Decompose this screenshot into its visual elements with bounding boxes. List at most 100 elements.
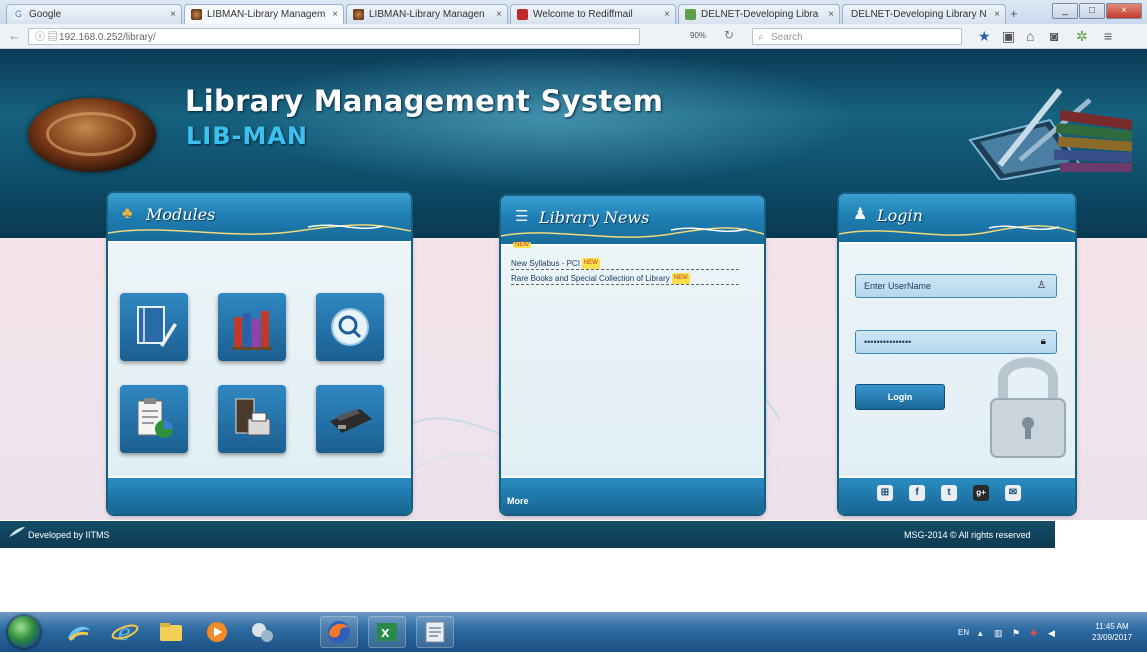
news-title: Library News: [539, 208, 650, 227]
news-item[interactable]: Rare Books and Special Collection of Lib…: [511, 273, 739, 285]
tab-label: Google: [29, 9, 62, 20]
address-bar[interactable]: ⓘ ▤ 192.168.0.252/library/: [28, 28, 640, 45]
lock-icon: 🔒︎: [1040, 336, 1046, 347]
module-scanner-button[interactable]: [316, 385, 384, 453]
start-button[interactable]: [8, 616, 40, 648]
contact-icon[interactable]: ✉: [1005, 485, 1021, 501]
page-subtitle: LIB-MAN: [186, 122, 309, 150]
taskbar-network-icon[interactable]: [244, 616, 282, 648]
taskbar-folder-icon[interactable]: [152, 616, 190, 648]
google-icon: G: [13, 9, 24, 20]
module-circulation-button[interactable]: [218, 385, 286, 453]
bookmark-star-icon[interactable]: ★: [978, 28, 991, 45]
module-notebook-button[interactable]: [120, 293, 188, 361]
delnet-icon: [685, 9, 696, 20]
user-icon: ♙: [1037, 280, 1046, 291]
addon-icon[interactable]: ✲: [1076, 28, 1088, 45]
tab-delnet-1[interactable]: DELNET-Developing Libra ×: [678, 4, 840, 24]
show-hidden-icons-icon[interactable]: ▴: [978, 628, 983, 639]
googleplus-icon[interactable]: g+: [973, 485, 989, 501]
tab-label: DELNET-Developing Libra: [701, 9, 819, 20]
taskbar-excel-icon[interactable]: X: [368, 616, 406, 648]
action-center-flag-icon[interactable]: ⚑: [1012, 628, 1020, 639]
news-more-link[interactable]: More: [507, 496, 529, 506]
login-button[interactable]: Login: [855, 384, 945, 410]
search-input[interactable]: ⌕ Search: [752, 28, 962, 45]
new-tab-button[interactable]: +: [1010, 6, 1018, 21]
module-books-button[interactable]: [218, 293, 286, 361]
libman-icon: [191, 9, 202, 20]
site-info-icon[interactable]: ⓘ ▤: [35, 29, 58, 46]
username-placeholder: Enter UserName: [864, 281, 932, 291]
username-field[interactable]: Enter UserName ♙: [855, 274, 1057, 298]
feather-icon: [9, 527, 25, 537]
search-icon: ⌕: [758, 32, 764, 43]
taskbar-media-icon[interactable]: [198, 616, 236, 648]
close-tab-icon[interactable]: ×: [994, 5, 1000, 24]
tab-label: Welcome to Rediffmail: [533, 9, 633, 20]
close-window-button[interactable]: ×: [1106, 3, 1142, 19]
modules-panel: ♣ Modules: [108, 193, 411, 514]
antivirus-tray-icon[interactable]: ✚: [1030, 628, 1038, 639]
rediffmail-icon: [517, 9, 528, 20]
logo-ring: [46, 112, 136, 156]
network-tray-icon[interactable]: ▥: [994, 628, 1003, 639]
close-tab-icon[interactable]: ×: [170, 5, 176, 24]
twitter-icon[interactable]: t: [941, 485, 957, 501]
maximize-button[interactable]: □: [1079, 3, 1105, 19]
close-tab-icon[interactable]: ×: [496, 5, 502, 24]
system-clock[interactable]: 11:45 AM 23/09/2017: [1092, 621, 1132, 643]
volume-tray-icon[interactable]: ◀: [1048, 628, 1055, 639]
tab-google[interactable]: G Google ×: [6, 4, 182, 24]
books-tablet-graphic: [968, 88, 1133, 180]
pocket-icon[interactable]: ◙: [1050, 28, 1058, 44]
reload-icon[interactable]: ↻: [724, 28, 734, 42]
tab-libman-2[interactable]: LIBMAN-Library Managen ×: [346, 4, 508, 24]
zoom-level[interactable]: 90%: [690, 31, 706, 40]
svg-text:e: e: [118, 621, 131, 646]
taskbar-firefox-icon[interactable]: [320, 616, 358, 648]
module-reports-button[interactable]: [120, 385, 188, 453]
news-item-text: Rare Books and Special Collection of Lib…: [511, 274, 670, 283]
taskbar-document-icon[interactable]: [416, 616, 454, 648]
password-field[interactable]: ••••••••••••••• 🔒︎: [855, 330, 1057, 354]
menu-icon[interactable]: ≡: [1104, 28, 1112, 44]
tab-delnet-2[interactable]: DELNET-Developing Library N ×: [842, 4, 1006, 24]
user-figure-icon: ♟: [853, 206, 868, 223]
news-panel: ☰ Library News NEW New Syllabus - PCI NEW…: [501, 196, 764, 514]
clipboard-chart-icon: [137, 398, 173, 438]
news-item[interactable]: New Syllabus - PCI NEW: [511, 258, 739, 270]
clock-time: 11:45 AM: [1095, 622, 1129, 631]
footer-copyright: MSG-2014 © All rights reserved: [904, 530, 1031, 540]
close-tab-icon[interactable]: ×: [332, 5, 338, 24]
facebook-icon[interactable]: f: [909, 485, 925, 501]
header-wave: [839, 225, 1075, 236]
taskbar-explorer-icon[interactable]: [60, 616, 98, 648]
home-icon[interactable]: ⌂: [1026, 28, 1034, 44]
header-wave: [501, 227, 764, 238]
modules-icon: ♣: [122, 205, 133, 222]
back-arrow-icon[interactable]: ←: [8, 28, 21, 43]
svg-text:X: X: [381, 627, 390, 640]
tab-rediffmail[interactable]: Welcome to Rediffmail ×: [510, 4, 676, 24]
language-indicator[interactable]: EN: [958, 628, 969, 637]
rss-icon[interactable]: ⊞: [877, 485, 893, 501]
bookmarks-menu-icon[interactable]: ▣: [1002, 28, 1015, 45]
page-title: Library Management System: [185, 84, 664, 118]
close-tab-icon[interactable]: ×: [828, 5, 834, 24]
new-badge: NEW: [671, 273, 690, 284]
login-panel: ♟ Login Enter UserName ♙ •••••••••••••••…: [839, 194, 1075, 514]
module-search-button[interactable]: [316, 293, 384, 361]
search-icon: [331, 308, 369, 346]
minimize-button[interactable]: _: [1052, 3, 1078, 19]
login-panel-footer: ⊞ f t g+ ✉: [839, 476, 1075, 514]
tab-label: DELNET-Developing Library N: [851, 9, 987, 20]
tab-libman-1[interactable]: LIBMAN-Library Managem ×: [184, 4, 344, 24]
books-icon: [232, 311, 272, 350]
close-tab-icon[interactable]: ×: [664, 5, 670, 24]
modules-panel-footer: [108, 476, 411, 514]
footer-developer: Developed by IITMS: [28, 530, 110, 540]
news-icon: ☰: [515, 208, 529, 225]
news-item-text: New Syllabus - PCI: [511, 259, 580, 268]
taskbar-ie-icon[interactable]: e: [106, 616, 144, 648]
